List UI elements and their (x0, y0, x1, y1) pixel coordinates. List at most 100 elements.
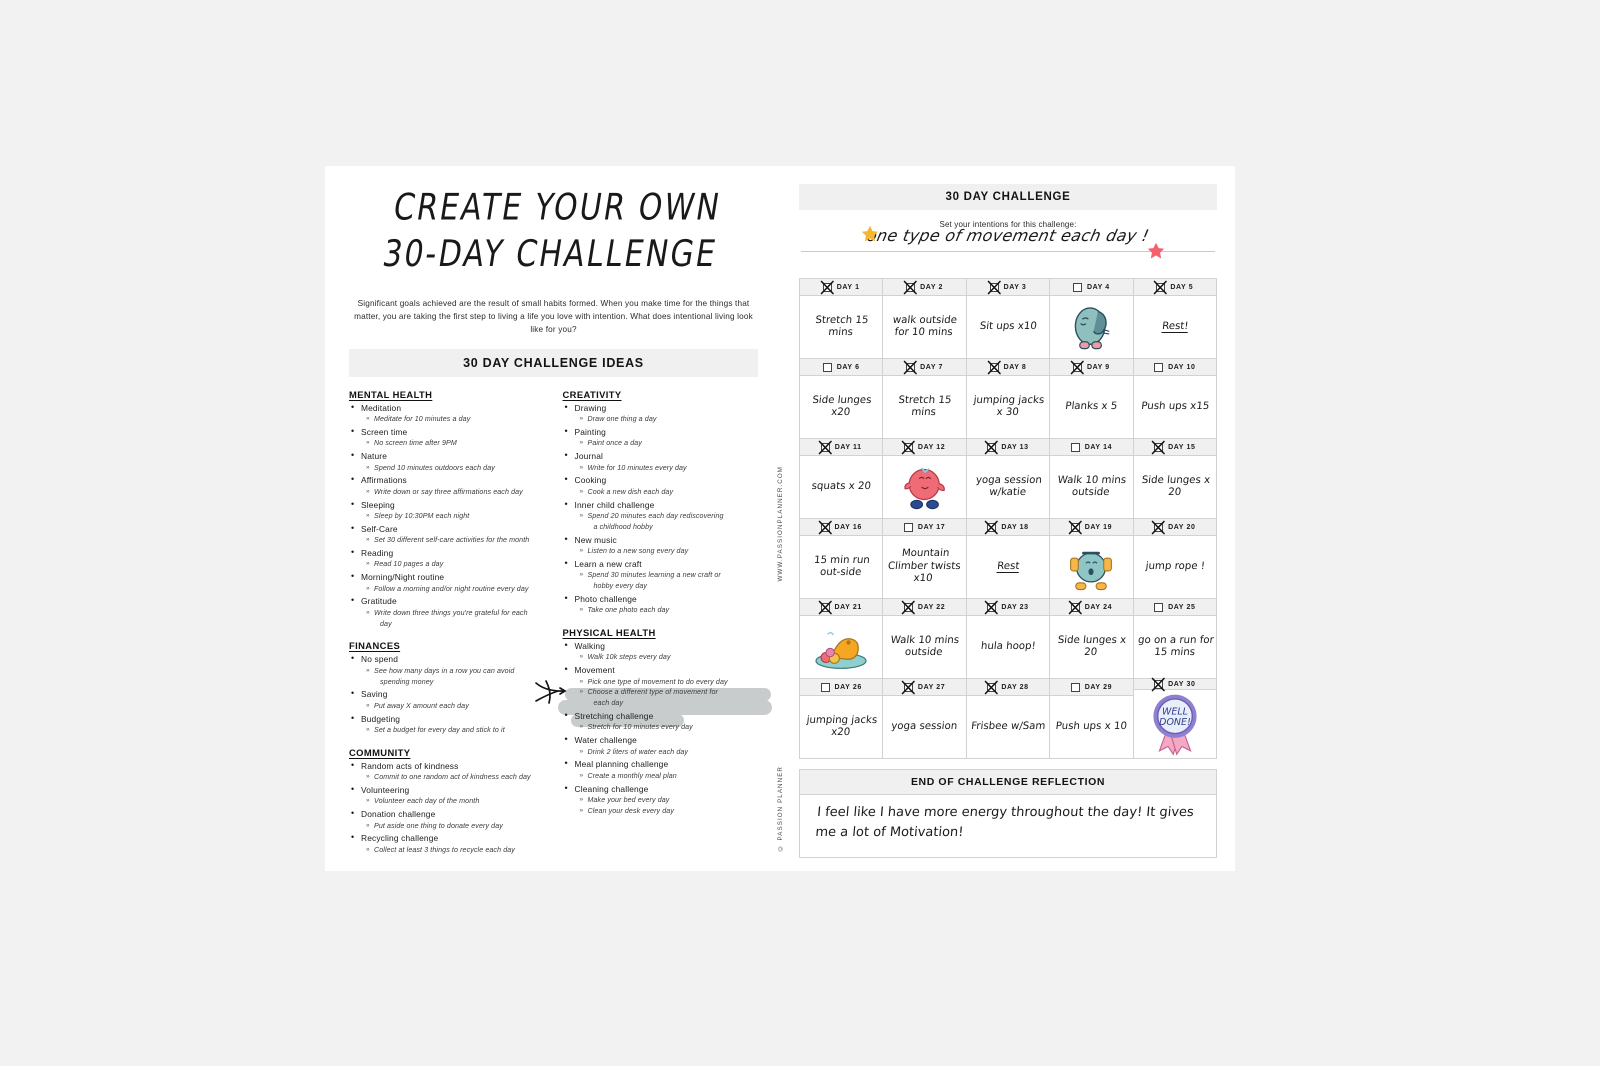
checkbox-checked-icon[interactable] (1068, 600, 1082, 614)
day-cell[interactable]: DAY 30 WELL DONE! (1133, 677, 1217, 759)
day-cell-header: DAY 21 (800, 599, 883, 616)
challenge-panel: 30 DAY CHALLENGE Set your intentions for… (791, 166, 1235, 871)
day-entry-text: Sit ups x10 (978, 320, 1038, 332)
checkbox-checked-icon[interactable] (1070, 360, 1084, 374)
checkbox-checked-icon[interactable] (818, 600, 832, 614)
day-cell[interactable]: DAY 12 (883, 439, 967, 519)
idea-item: Morning/Night routineFollow a morning an… (349, 570, 545, 595)
day-label: DAY 20 (1168, 523, 1196, 531)
checkbox-checked-icon[interactable] (820, 280, 834, 294)
day-cell[interactable]: DAY 5 Rest! (1133, 279, 1217, 359)
checkbox-checked-icon[interactable] (1151, 677, 1165, 691)
idea-item-detail: Put aside one thing to donate every day (349, 821, 545, 832)
category-heading: COMMUNITY (349, 746, 411, 758)
day-cell[interactable]: DAY 9 Planks x 5 (1050, 359, 1134, 439)
day-cell[interactable]: DAY 3 Sit ups x10 (966, 279, 1051, 359)
day-cell[interactable]: DAY 15 Side lunges x 20 (1133, 439, 1217, 519)
day-cell[interactable]: DAY 18 Rest (966, 519, 1051, 599)
idea-item-title: Journal (563, 449, 759, 463)
checkbox-empty-icon[interactable] (1070, 682, 1080, 692)
day-cell[interactable]: DAY 26 jumping jacks x20 (800, 679, 884, 759)
checkbox-checked-icon[interactable] (901, 680, 915, 694)
checkbox-empty-icon[interactable] (820, 682, 830, 692)
day-cell[interactable]: DAY 1 Stretch 15 mins (800, 279, 884, 359)
checkbox-checked-icon[interactable] (987, 360, 1001, 374)
day-cell[interactable]: DAY 24 Side lunges x 20 (1050, 599, 1134, 679)
checkbox-checked-icon[interactable] (987, 280, 1001, 294)
day-cell[interactable]: DAY 29 Push ups x 10 (1050, 679, 1134, 759)
day-cell[interactable]: DAY 20 jump rope ! (1133, 519, 1217, 599)
day-cell[interactable]: DAY 22 Walk 10 mins outside (883, 599, 967, 679)
category-heading: CREATIVITY (562, 388, 622, 400)
day-entry-text: jump rope ! (1144, 560, 1206, 572)
title-line-2: 30-DAY CHALLENGE (379, 233, 721, 277)
checkbox-empty-icon[interactable] (1072, 282, 1082, 292)
intentions-area[interactable]: Set your intentions for this challenge: … (799, 220, 1217, 268)
day-label: DAY 19 (1084, 523, 1113, 531)
checkbox-checked-icon[interactable] (818, 440, 832, 454)
day-cell[interactable]: DAY 2 walk outside for 10 mins (883, 279, 967, 359)
intro-paragraph: Significant goals achieved are the resul… (354, 298, 753, 335)
idea-item: New musicListen to a new song every day (563, 532, 759, 557)
day-cell[interactable]: DAY 11 squats x 20 (800, 439, 884, 519)
day-cell[interactable]: DAY 10 Push ups x15 (1133, 359, 1217, 439)
checkbox-checked-icon[interactable] (1068, 520, 1082, 534)
checkbox-checked-icon[interactable] (903, 280, 917, 294)
idea-item-detail: Meditate for 10 minutes a day (349, 414, 545, 425)
day-cell[interactable]: DAY 25 go on a run for 15 mins (1133, 599, 1217, 679)
checkbox-checked-icon[interactable] (985, 680, 999, 694)
checkbox-checked-icon[interactable] (903, 360, 917, 374)
idea-item-detail: Follow a morning and/or night routine ev… (349, 584, 545, 595)
checkbox-checked-icon[interactable] (901, 440, 915, 454)
orange-yoga-character-icon (800, 616, 882, 678)
checkbox-empty-icon[interactable] (1154, 362, 1164, 372)
idea-item-title: Gratitude (349, 594, 545, 608)
day-cell[interactable]: DAY 6 Side lunges x20 (800, 359, 884, 439)
day-cell[interactable]: DAY 28 Frisbee w/Sam (966, 679, 1051, 759)
checkbox-checked-icon[interactable] (985, 600, 999, 614)
day-cell[interactable]: DAY 14 Walk 10 mins outside (1050, 439, 1134, 519)
idea-item-detail: Read 10 pages a day (349, 559, 545, 570)
checkbox-checked-icon[interactable] (985, 520, 999, 534)
day-entry-text: Rest (996, 560, 1020, 572)
day-cell[interactable]: DAY 16 15 min run out-side (800, 519, 884, 599)
day-cell[interactable]: DAY 19 (1050, 519, 1134, 599)
checkbox-empty-icon[interactable] (1070, 442, 1080, 452)
checkbox-empty-icon[interactable] (1154, 602, 1164, 612)
day-label: DAY 2 (920, 283, 944, 291)
day-cell[interactable]: DAY 27 yoga session (883, 679, 967, 759)
checkbox-checked-icon[interactable] (985, 440, 999, 454)
idea-item: ReadingRead 10 pages a day (349, 546, 545, 570)
checkbox-empty-icon[interactable] (822, 362, 832, 372)
day-label: DAY 22 (917, 603, 946, 611)
day-cell[interactable]: DAY 8 jumping jacks x 30 (966, 359, 1051, 439)
day-cell-header: DAY 27 (883, 679, 966, 696)
idea-item: Meal planning challengeCreate a monthly … (563, 757, 759, 781)
day-cell[interactable]: DAY 13 yoga session w/katie (966, 439, 1051, 519)
reflection-section[interactable]: END OF CHALLENGE REFLECTION I feel like … (799, 769, 1217, 858)
day-cell-header: DAY 29 (1050, 679, 1133, 696)
day-cell[interactable]: DAY 17 Mountain Climber twists x10 (883, 519, 967, 599)
day-cell[interactable]: DAY 23 hula hoop! (966, 599, 1051, 679)
checkbox-empty-icon[interactable] (903, 522, 913, 532)
day-cell-header: DAY 9 (1050, 359, 1133, 376)
checkbox-checked-icon[interactable] (1151, 440, 1165, 454)
checkbox-checked-icon[interactable] (818, 520, 832, 534)
day-cell[interactable]: DAY 21 (800, 599, 884, 679)
day-cell[interactable]: DAY 4 (1050, 279, 1134, 359)
checkbox-checked-icon[interactable] (1154, 280, 1168, 294)
idea-item-detail: day (380, 619, 392, 628)
day-cell[interactable]: DAY 7 Stretch 15 mins (883, 359, 967, 439)
checkbox-checked-icon[interactable] (901, 600, 915, 614)
day-cell-header: DAY 11 (800, 439, 883, 456)
day-cell-header: DAY 6 (800, 359, 883, 376)
svg-text:DONE!: DONE! (1159, 717, 1191, 728)
idea-item: MovementPick one type of movement to do … (563, 663, 759, 709)
challenge-grid[interactable]: DAY 1 Stretch 15 mins DAY 2 walk outside fo… (799, 278, 1217, 759)
teal-weightlifter-character-icon (1050, 536, 1132, 598)
day-entry-text: yoga session w/katie (975, 474, 1043, 498)
idea-item-title: Meal planning challenge (563, 757, 759, 771)
checkbox-checked-icon[interactable] (1151, 520, 1165, 534)
idea-item-title: Stretching challenge (563, 709, 759, 723)
day-label: DAY 5 (1170, 283, 1194, 291)
